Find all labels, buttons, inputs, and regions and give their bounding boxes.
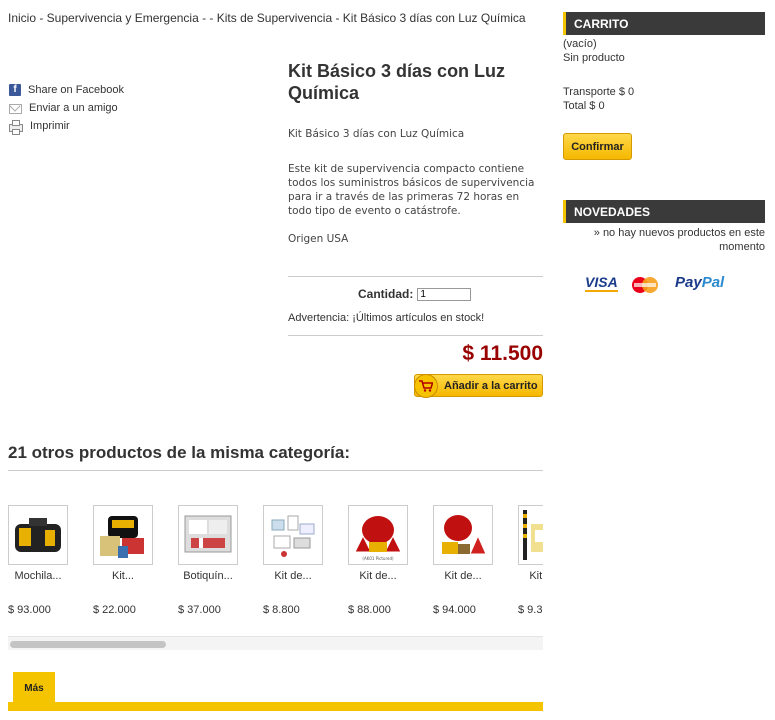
- product-title: Kit Básico 3 días con Luz Química: [288, 61, 506, 103]
- news-header: NOVEDADES: [563, 200, 765, 223]
- tab-bar: [8, 702, 543, 711]
- product-origin: Origen USA: [288, 233, 349, 245]
- related-product-item[interactable]: Kit de... $ 94.000: [433, 505, 505, 616]
- product-thumbnail[interactable]: [178, 505, 238, 565]
- product-price: $ 9.300: [518, 604, 543, 616]
- svg-text:(AK01 Pictured): (AK01 Pictured): [362, 556, 394, 561]
- product-price: $ 37.000: [178, 604, 221, 616]
- paypal-text-1: Pay: [675, 274, 702, 291]
- quantity-input[interactable]: [417, 287, 472, 301]
- product-name[interactable]: Kit...: [93, 570, 153, 582]
- cart-total: Total $ 0: [563, 100, 605, 112]
- stock-warning: Advertencia: ¡Últimos artículos en stock…: [288, 312, 485, 324]
- cart-shipping: Transporte $ 0: [563, 86, 635, 98]
- share-facebook-label[interactable]: Share on Facebook: [28, 84, 124, 96]
- product-name[interactable]: Kit de...: [433, 570, 493, 582]
- related-products-title: 21 otros productos de la misma categoría…: [8, 443, 350, 462]
- facebook-icon: f: [9, 84, 21, 96]
- related-product-item[interactable]: Kit... $ 22.000: [93, 505, 165, 616]
- share-facebook-link[interactable]: f Share on Facebook: [9, 81, 124, 99]
- related-product-item[interactable]: Kit de... $ 9.300: [518, 505, 543, 616]
- paypal-text-2: Pal: [701, 274, 725, 291]
- news-empty-text: » no hay nuevos productos en este moment…: [593, 227, 765, 253]
- product-price: $ 22.000: [93, 604, 136, 616]
- cart-empty-label: (vacío): [563, 38, 597, 50]
- product-subtitle: Kit Básico 3 días con Luz Química: [288, 128, 465, 140]
- related-product-item[interactable]: Mochila... $ 93.000: [8, 505, 80, 616]
- scrollbar-thumb[interactable]: [10, 641, 166, 648]
- product-name[interactable]: Kit de...: [263, 570, 323, 582]
- product-price: $ 94.000: [433, 604, 476, 616]
- carousel-scrollbar[interactable]: [8, 636, 543, 650]
- product-price: $ 88.000: [348, 604, 391, 616]
- news-title: NOVEDADES: [574, 204, 651, 219]
- cart-title: CARRITO: [574, 16, 629, 31]
- paypal-icon: PayPal: [675, 274, 724, 291]
- product-name[interactable]: Botiquín...: [178, 570, 238, 582]
- send-friend-label[interactable]: Enviar a un amigo: [29, 102, 118, 114]
- product-thumbnail[interactable]: [93, 505, 153, 565]
- cart-header: CARRITO: [563, 12, 765, 35]
- divider: [288, 335, 543, 336]
- print-link[interactable]: Imprimir: [9, 117, 124, 135]
- product-thumbnail[interactable]: (AK01 Pictured): [348, 505, 408, 565]
- related-products-carousel: Mochila... $ 93.000 Kit... $ 22.000 Boti…: [8, 505, 543, 625]
- product-price: $ 93.000: [8, 604, 51, 616]
- add-to-cart-label: Añadir a la carrito: [444, 379, 538, 392]
- print-label[interactable]: Imprimir: [30, 120, 70, 132]
- add-to-cart-button[interactable]: Añadir a la carrito: [414, 373, 543, 398]
- divider: [288, 276, 543, 277]
- cart-icon: [414, 373, 438, 398]
- product-thumbnail[interactable]: [8, 505, 68, 565]
- send-friend-link[interactable]: Enviar a un amigo: [9, 99, 124, 117]
- product-description: Este kit de supervivencia compacto conti…: [288, 163, 535, 217]
- product-price: $ 8.800: [263, 604, 300, 616]
- product-thumbnail[interactable]: [433, 505, 493, 565]
- cart-no-product: Sin producto: [563, 52, 625, 64]
- related-product-item[interactable]: Kit de... $ 8.800: [263, 505, 335, 616]
- breadcrumb-text[interactable]: Inicio - Supervivencia y Emergencia - - …: [8, 11, 526, 25]
- envelope-icon: [9, 104, 22, 114]
- product-name[interactable]: Kit de...: [348, 570, 408, 582]
- product-thumbnail[interactable]: [263, 505, 323, 565]
- product-thumbnail[interactable]: [518, 505, 543, 565]
- printer-icon: [9, 120, 23, 135]
- breadcrumb[interactable]: Inicio - Supervivencia y Emergencia - - …: [8, 11, 528, 25]
- quantity-label: Cantidad:: [358, 287, 414, 301]
- tab-mas[interactable]: Más: [13, 672, 55, 704]
- related-product-item[interactable]: Botiquín... $ 37.000: [178, 505, 250, 616]
- visa-icon: VISA: [585, 274, 618, 292]
- quantity-row: Cantidad:: [358, 287, 472, 301]
- divider: [8, 470, 543, 471]
- confirm-button[interactable]: Confirmar: [563, 133, 632, 160]
- product-price: $ 11.500: [462, 342, 543, 365]
- related-product-item[interactable]: (AK01 Pictured) Kit de... $ 88.000: [348, 505, 420, 616]
- share-links: f Share on Facebook Enviar a un amigo Im…: [9, 81, 124, 135]
- mastercard-icon: [630, 276, 660, 294]
- product-name[interactable]: Kit de...: [518, 570, 543, 582]
- product-name[interactable]: Mochila...: [8, 570, 68, 582]
